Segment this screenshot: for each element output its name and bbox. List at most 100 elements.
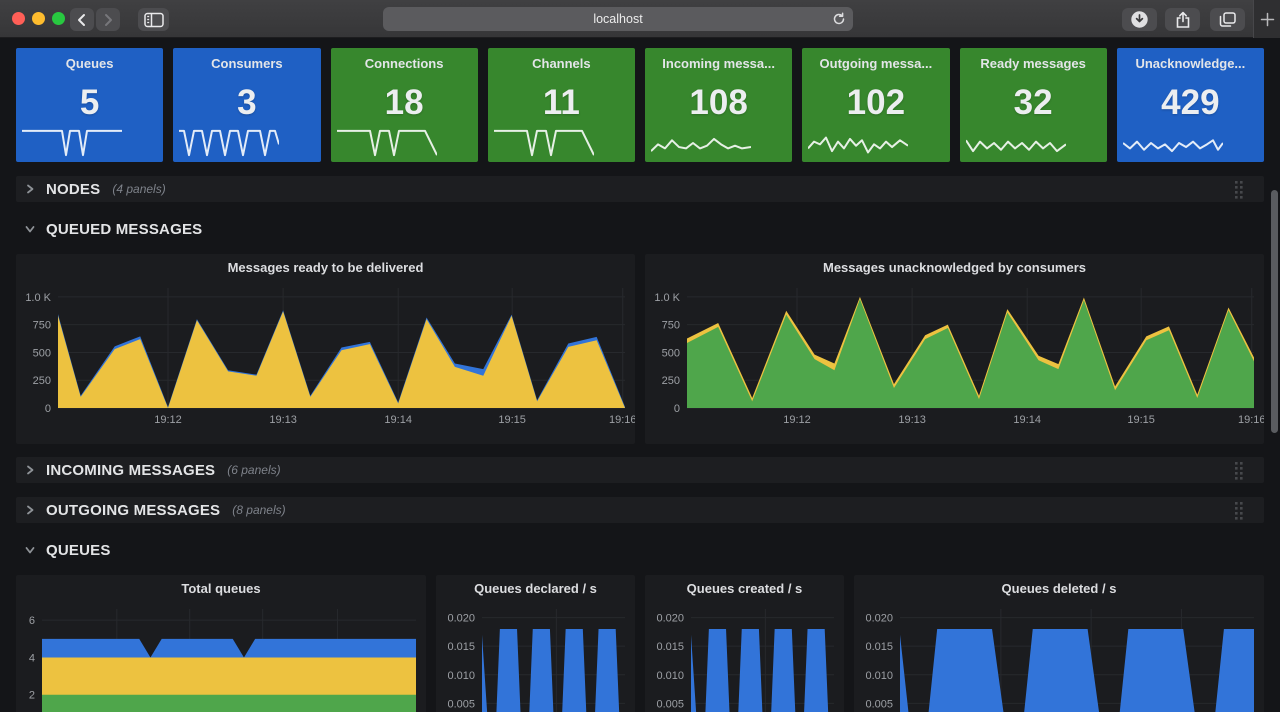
svg-text:0.020: 0.020: [447, 613, 475, 625]
reload-icon: [832, 12, 846, 26]
drag-handle-icon[interactable]: [1234, 180, 1244, 204]
messages-ready-chart[interactable]: 02505007501.0 K19:1219:1319:1419:1519:16: [16, 280, 635, 444]
downloads-button[interactable]: [1122, 8, 1157, 31]
stat-value: 18: [385, 84, 424, 122]
stat-value: 3: [237, 84, 256, 122]
stat-title[interactable]: Channels: [532, 56, 591, 71]
address-bar[interactable]: localhost: [383, 7, 853, 31]
row-header-queued-messages[interactable]: QUEUED MESSAGES: [16, 216, 1264, 242]
panel-title[interactable]: Queues created / s: [645, 575, 844, 601]
svg-text:2: 2: [29, 690, 35, 702]
svg-text:0.010: 0.010: [447, 670, 475, 682]
sidebar-toggle-button[interactable]: [138, 8, 169, 31]
svg-text:19:16: 19:16: [1238, 414, 1264, 426]
stat-title[interactable]: Ready messages: [980, 56, 1086, 71]
stat-panel-incoming-messa[interactable]: Incoming messa... 108: [645, 48, 792, 162]
svg-text:0.015: 0.015: [656, 641, 684, 653]
svg-text:0.010: 0.010: [656, 670, 684, 682]
svg-text:0.005: 0.005: [656, 698, 684, 710]
plus-icon: [1260, 12, 1275, 27]
svg-text:19:16: 19:16: [609, 414, 635, 426]
stat-panel-channels[interactable]: Channels 11: [488, 48, 635, 162]
reload-button[interactable]: [832, 12, 846, 31]
svg-text:1.0 K: 1.0 K: [25, 292, 51, 304]
queues-declared-chart[interactable]: 0.005 0.010 0.015 0.020: [436, 601, 635, 712]
panel-title[interactable]: Messages unacknowledged by consumers: [645, 254, 1264, 280]
sidebar-icon: [144, 12, 164, 28]
panel-title[interactable]: Messages ready to be delivered: [16, 254, 635, 280]
svg-text:0.010: 0.010: [865, 670, 893, 682]
close-button[interactable]: [12, 12, 25, 25]
svg-text:500: 500: [662, 347, 680, 359]
row-header-queues[interactable]: QUEUES: [16, 537, 1264, 563]
stat-title[interactable]: Connections: [365, 56, 444, 71]
stat-title[interactable]: Incoming messa...: [662, 56, 775, 71]
queues-created-chart[interactable]: 0.005 0.010 0.015 0.020: [645, 601, 844, 712]
svg-text:19:12: 19:12: [783, 414, 811, 426]
stat-value: 11: [543, 84, 580, 122]
scrollbar-thumb[interactable]: [1271, 190, 1278, 433]
forward-button[interactable]: [96, 8, 120, 31]
row-panel-count: (8 panels): [232, 503, 285, 517]
row-title: OUTGOING MESSAGES: [46, 502, 220, 519]
chevron-down-icon: [24, 223, 38, 235]
stat-title[interactable]: Queues: [66, 56, 114, 71]
sparkline: [1123, 128, 1223, 158]
stat-title[interactable]: Unacknowledge...: [1135, 56, 1245, 71]
drag-handle-icon[interactable]: [1234, 501, 1244, 525]
stat-panel-outgoing-messa[interactable]: Outgoing messa... 102: [802, 48, 949, 162]
panel-messages-unacknowledged: Messages unacknowledged by consumers 025…: [645, 254, 1264, 444]
share-icon: [1174, 10, 1192, 29]
queues-panels: Total queues 246 Queues declared / s 0.0…: [16, 575, 1264, 712]
back-button[interactable]: [70, 8, 94, 31]
panel-queues-declared: Queues declared / s 0.005 0.010 0.015 0.020: [436, 575, 635, 712]
row-title: QUEUES: [46, 542, 111, 559]
tab-overview-button[interactable]: [1210, 8, 1245, 31]
stat-title[interactable]: Consumers: [211, 56, 283, 71]
panel-title[interactable]: Total queues: [16, 575, 426, 601]
svg-text:0.015: 0.015: [447, 641, 475, 653]
drag-handle-icon[interactable]: [1234, 461, 1244, 485]
stat-panel-queues[interactable]: Queues5: [16, 48, 163, 162]
zoom-button[interactable]: [52, 12, 65, 25]
stat-title[interactable]: Outgoing messa...: [820, 56, 933, 71]
svg-text:19:15: 19:15: [1127, 414, 1155, 426]
tabs-icon: [1218, 11, 1237, 28]
minimize-button[interactable]: [32, 12, 45, 25]
queues-deleted-chart[interactable]: 0.0050.0100.0150.020: [854, 601, 1264, 712]
svg-text:19:13: 19:13: [898, 414, 926, 426]
stat-value: 108: [689, 84, 747, 122]
row-header-incoming-messages[interactable]: INCOMING MESSAGES (6 panels): [16, 457, 1264, 483]
svg-text:19:14: 19:14: [1013, 414, 1041, 426]
svg-text:500: 500: [33, 347, 51, 359]
svg-text:0: 0: [45, 403, 51, 415]
messages-unacknowledged-chart[interactable]: 02505007501.0 K19:1219:1319:1419:1519:16: [645, 280, 1264, 444]
svg-text:19:14: 19:14: [384, 414, 412, 426]
sparkline: [494, 128, 594, 158]
row-header-outgoing-messages[interactable]: OUTGOING MESSAGES (8 panels): [16, 497, 1264, 523]
panel-title[interactable]: Queues declared / s: [436, 575, 635, 601]
stat-panel-connections[interactable]: Connections 18: [331, 48, 478, 162]
chevron-right-icon: [24, 464, 38, 476]
stat-value: 32: [1014, 84, 1053, 122]
row-panel-count: (4 panels): [112, 182, 165, 196]
row-title: INCOMING MESSAGES: [46, 462, 215, 479]
stat-panel-ready-messages[interactable]: Ready messages 32: [960, 48, 1107, 162]
share-button[interactable]: [1165, 8, 1200, 31]
chevron-right-icon: [100, 12, 116, 28]
svg-text:0.015: 0.015: [865, 641, 893, 653]
stat-panel-consumers[interactable]: Consumers 3: [173, 48, 320, 162]
total-queues-chart[interactable]: 246: [16, 601, 426, 712]
sparkline: [179, 128, 279, 158]
svg-text:0.005: 0.005: [447, 698, 475, 710]
panel-title[interactable]: Queues deleted / s: [854, 575, 1264, 601]
stat-value: 102: [847, 84, 905, 122]
stat-panel-unacknowledge[interactable]: Unacknowledge...429: [1117, 48, 1264, 162]
svg-text:0.020: 0.020: [865, 613, 893, 625]
panel-total-queues: Total queues 246: [16, 575, 426, 712]
svg-text:6: 6: [29, 615, 35, 627]
row-header-nodes[interactable]: NODES (4 panels): [16, 176, 1264, 202]
new-tab-button[interactable]: [1253, 0, 1280, 38]
svg-text:0.020: 0.020: [656, 613, 684, 625]
chevron-left-icon: [74, 12, 90, 28]
